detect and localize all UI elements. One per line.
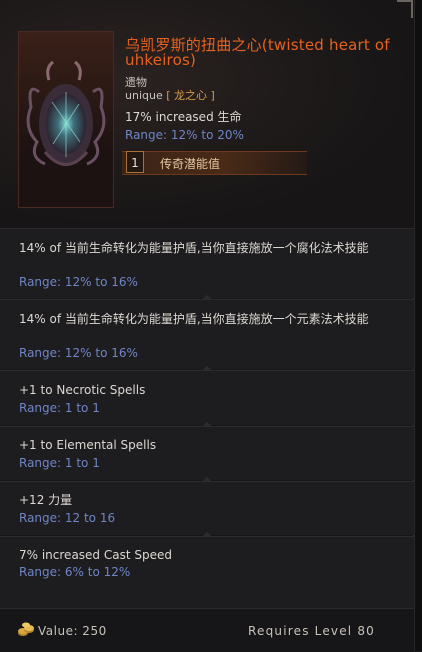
affix-row: 14% of 当前生命转化为能量护盾,当你直接施放一个腐化法术技能 Range:…: [0, 228, 414, 298]
item-tooltip: 乌凯罗斯的扭曲之心(twisted heart of uhkeiros) 遗物 …: [0, 0, 414, 652]
heart-relic-icon: [18, 31, 114, 208]
item-value: Value: 250: [38, 624, 107, 638]
affix-text: +1 to Necrotic Spells: [19, 383, 146, 397]
affix-row: 14% of 当前生命转化为能量护盾,当你直接施放一个元素法术技能 Range:…: [0, 299, 414, 369]
legendary-potential-value: 1: [126, 151, 144, 173]
frame-corner: [397, 0, 413, 18]
affix-range: Range: 12% to 16%: [19, 346, 138, 360]
item-rarity: unique [ 龙之心 ]: [125, 87, 215, 103]
affix-text: +1 to Elemental Spells: [19, 438, 157, 452]
level-requirement: Requires Level 80: [248, 624, 376, 638]
affix-range: Range: 12 to 16: [19, 511, 116, 525]
affix-text: 14% of 当前生命转化为能量护盾,当你直接施放一个元素法术技能: [19, 312, 369, 326]
affix-text: 14% of 当前生命转化为能量护盾,当你直接施放一个腐化法术技能: [19, 241, 369, 255]
affix-row: +1 to Elemental Spells Range: 1 to 1: [0, 426, 414, 480]
implicit-range: Range: 12% to 20%: [125, 128, 244, 142]
affix-row: +12 力量 Range: 12 to 16: [0, 481, 414, 535]
affix-range: Range: 12% to 16%: [19, 275, 138, 289]
affix-row: +1 to Necrotic Spells Range: 1 to 1: [0, 370, 414, 425]
rarity-prefix: unique: [125, 89, 163, 102]
rarity-class: [ 龙之心 ]: [166, 89, 215, 102]
implicit-stat: 17% increased 生命: [125, 110, 242, 124]
tooltip-header: 乌凯罗斯的扭曲之心(twisted heart of uhkeiros) 遗物 …: [0, 0, 414, 228]
affix-range: Range: 1 to 1: [19, 456, 100, 470]
legendary-potential-label: 传奇潜能值: [160, 157, 221, 171]
item-title: 乌凯罗斯的扭曲之心(twisted heart of uhkeiros): [125, 36, 390, 69]
affix-range: Range: 6% to 12%: [19, 565, 131, 579]
affix-row: 7% increased Cast Speed Range: 6% to 12%: [0, 536, 414, 608]
scrollbar-track[interactable]: [414, 0, 422, 651]
affix-text: 7% increased Cast Speed: [19, 548, 172, 562]
affix-text: +12 力量: [19, 493, 73, 507]
affix-range: Range: 1 to 1: [19, 401, 100, 415]
gold-coins-icon: [17, 621, 35, 641]
